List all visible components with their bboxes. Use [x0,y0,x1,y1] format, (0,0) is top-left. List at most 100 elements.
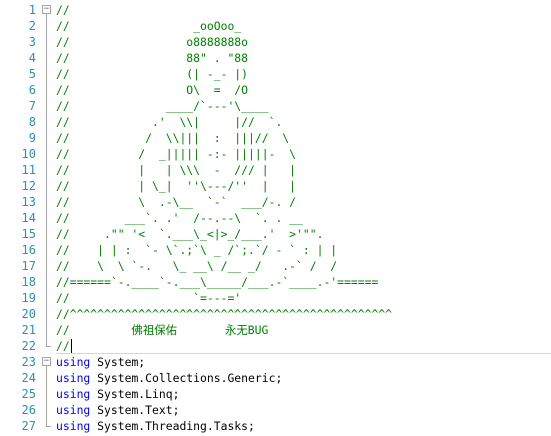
line-number: 1 [28,3,36,17]
code-line[interactable]: 21 // 佛祖保佑 永无BUG [0,322,551,338]
fold-guide-line [46,194,47,210]
comment-token: // ."" '< `.___\_<|>_/___.' >'"". [56,227,324,241]
code-line[interactable]: 26 using System.Text; [0,402,551,418]
fold-guide-line [46,322,47,338]
code-line[interactable]: 10 // / _||||| -:- |||||- \ [0,146,551,162]
fold-guide-line [46,290,47,306]
code-text[interactable]: // [56,2,70,18]
comment-token: // ___`. .' /--.--\ `. . __ [56,211,303,225]
code-line[interactable]: 23− using System; [0,354,551,370]
code-line[interactable]: 11 // | | \\\ - /// | | [0,162,551,178]
fold-gutter [41,338,53,354]
code-line[interactable]: 22 // [0,338,551,354]
fold-gutter [41,258,53,274]
line-number: 18 [21,275,36,289]
code-text[interactable]: // `=---=' [56,290,241,306]
code-line[interactable]: 15 // ."" '< `.___\_<|>_/___.' >'"". [0,226,551,242]
code-line[interactable]: 5 // (| -_- |) [0,66,551,82]
fold-gutter [41,242,53,258]
fold-guide-line [46,66,47,82]
fold-guide-line [46,130,47,146]
code-line[interactable]: 8 // .' \\| |// `. [0,114,551,130]
code-text[interactable]: using System.Threading.Tasks; [56,418,255,434]
code-line[interactable]: 6 // O\ = /O [0,82,551,98]
minus-icon[interactable]: − [42,357,51,366]
fold-gutter [41,146,53,162]
fold-gutter [41,82,53,98]
comment-token: // _ooOoo_ [56,19,242,33]
fold-guide-line [46,162,47,178]
code-text[interactable]: using System.Text; [56,402,179,418]
code-text[interactable]: // | | \\\ - /// | | [56,162,296,178]
code-text[interactable]: using System; [56,354,145,370]
code-text[interactable]: // 佛祖保佑 永无BUG [56,322,268,338]
code-line[interactable]: 12 // | \_| ''\---/'' | | [0,178,551,194]
code-text[interactable]: // o8888888o [56,34,248,50]
code-line[interactable]: 19 // `=---=' [0,290,551,306]
fold-gutter [41,130,53,146]
code-text[interactable]: // \ \ `-. \_ __\ /__ _/ .-` / / [56,258,337,274]
code-line[interactable]: 18 //======`-.____`-.___\_____/___.-`____… [0,274,551,290]
fold-gutter [41,418,53,434]
code-line[interactable]: 27 using System.Threading.Tasks; [0,418,551,434]
line-number: 16 [21,243,36,257]
code-text[interactable]: // / _||||| -:- |||||- \ [56,146,296,162]
fold-guide-line [46,34,47,50]
comment-token: // [56,339,70,353]
line-number: 24 [21,371,36,385]
code-text[interactable]: // ____/`---'\____ [56,98,269,114]
fold-gutter [41,114,53,130]
code-text[interactable]: // .' \\| |// `. [56,114,282,130]
line-number: 11 [21,163,36,177]
code-text[interactable]: //^^^^^^^^^^^^^^^^^^^^^^^^^^^^^^^^^^^^^^… [56,306,392,322]
code-line[interactable]: 17 // \ \ `-. \_ __\ /__ _/ .-` / / [0,258,551,274]
minus-icon[interactable]: − [42,5,51,14]
code-line[interactable]: 1−// [0,2,551,18]
code-token: System.Linq; [90,387,180,401]
text-caret [71,339,72,353]
code-line[interactable]: 3 // o8888888o [0,34,551,50]
code-line[interactable]: 20 //^^^^^^^^^^^^^^^^^^^^^^^^^^^^^^^^^^^^… [0,306,551,322]
fold-gutter [41,98,53,114]
code-text[interactable]: using System.Collections.Generic; [56,370,282,386]
comment-token: // .' \\| |// `. [56,115,283,129]
line-number: 12 [21,179,36,193]
code-line[interactable]: 9 // / \\||| : |||// \ [0,130,551,146]
code-text[interactable]: // (| -_- |) [56,66,248,82]
line-number: 25 [21,387,36,401]
code-text[interactable]: // O\ = /O [56,82,248,98]
code-editor[interactable]: 1−//2// _ooOoo_ 3// o8888888o 4// 88" . "8… [0,0,551,436]
code-text[interactable]: // \ .-\__ `-` ___/-. / [56,194,296,210]
code-line[interactable]: 7 // ____/`---'\____ [0,98,551,114]
fold-guide-line [46,274,47,290]
code-text[interactable]: // | | : `- \`.;`\ _ /`;.`/ - ` : | | [56,242,337,258]
code-line[interactable]: 24 using System.Collections.Generic; [0,370,551,386]
code-text[interactable]: using System.Linq; [56,386,179,402]
line-number: 21 [21,323,36,337]
comment-token: // | \_| ''\---/'' | | [56,179,297,193]
code-line[interactable]: 14 // ___`. .' /--.--\ `. . __ [0,210,551,226]
line-number: 7 [28,99,36,113]
code-text[interactable]: // _ooOoo_ [56,18,241,34]
code-line[interactable]: 25 using System.Linq; [0,386,551,402]
fold-guide-line [46,114,47,130]
code-text[interactable]: // | \_| ''\---/'' | | [56,178,296,194]
line-number: 2 [28,19,36,33]
line-number: 17 [21,259,36,273]
code-line[interactable]: 16 // | | : `- \`.;`\ _ /`;.`/ - ` : | | [0,242,551,258]
line-number: 8 [28,115,36,129]
fold-gutter [41,210,53,226]
code-text[interactable]: // / \\||| : |||// \ [56,130,289,146]
code-line[interactable]: 2 // _ooOoo_ [0,18,551,34]
code-line[interactable]: 4 // 88" . "88 [0,50,551,66]
code-text[interactable]: // 88" . "88 [56,50,248,66]
code-text[interactable]: // [56,338,70,354]
code-line[interactable]: 13 // \ .-\__ `-` ___/-. / [0,194,551,210]
comment-token: // | | \\\ - /// | | [56,163,297,177]
code-text[interactable]: //======`-.____`-.___\_____/___.-`____.-… [56,274,378,290]
code-text[interactable]: // ."" '< `.___\_<|>_/___.' >'"". [56,226,323,242]
line-number: 10 [21,147,36,161]
fold-gutter [41,50,53,66]
fold-guide-line [46,370,47,386]
code-text[interactable]: // ___`. .' /--.--\ `. . __ [56,210,303,226]
